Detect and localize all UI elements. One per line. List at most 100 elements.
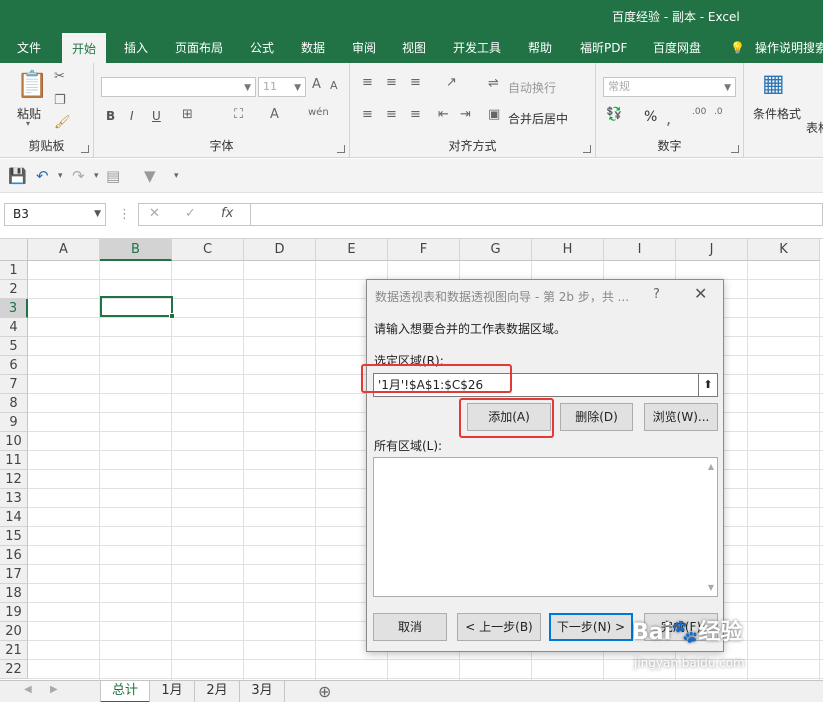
- column-header[interactable]: J: [676, 239, 748, 261]
- fill-handle[interactable]: [169, 313, 175, 319]
- row-header[interactable]: 19: [0, 603, 28, 622]
- italic-button[interactable]: I: [130, 109, 134, 123]
- column-header[interactable]: B: [100, 239, 172, 261]
- wrap-text-icon[interactable]: ⇌: [488, 76, 499, 91]
- row-header[interactable]: 18: [0, 584, 28, 603]
- row-header[interactable]: 9: [0, 413, 28, 432]
- column-header[interactable]: E: [316, 239, 388, 261]
- undo-chevron-icon[interactable]: ▾: [58, 171, 63, 181]
- row-header[interactable]: 5: [0, 337, 28, 356]
- merge-center-button[interactable]: 合并后居中: [508, 110, 568, 127]
- form-icon[interactable]: ▤: [106, 167, 120, 185]
- format-painter-icon[interactable]: 🖌: [54, 115, 71, 130]
- font-launcher-icon[interactable]: [337, 145, 345, 153]
- tab-view[interactable]: 视图: [402, 33, 426, 63]
- bold-button[interactable]: B: [106, 109, 115, 123]
- row-header[interactable]: 13: [0, 489, 28, 508]
- select-all-corner[interactable]: [0, 239, 28, 261]
- sheet-tab-total[interactable]: 总计: [100, 681, 150, 702]
- row-header[interactable]: 8: [0, 394, 28, 413]
- tab-data[interactable]: 数据: [301, 33, 325, 63]
- row-header[interactable]: 17: [0, 565, 28, 584]
- column-header[interactable]: F: [388, 239, 460, 261]
- font-color-icon[interactable]: A: [270, 107, 279, 122]
- wrap-text-button[interactable]: 自动换行: [508, 79, 556, 96]
- increase-indent-icon[interactable]: ⇥: [460, 107, 471, 122]
- number-format-combo[interactable]: 常规 ▼: [603, 77, 736, 97]
- decrease-decimal-icon[interactable]: .0: [714, 107, 723, 117]
- sheet-tab-jan[interactable]: 1月: [150, 681, 195, 702]
- sheet-tab-feb[interactable]: 2月: [195, 681, 240, 702]
- align-bottom-icon[interactable]: ≡: [410, 75, 421, 90]
- scroll-down-icon[interactable]: ▼: [708, 583, 714, 592]
- scroll-right-icon[interactable]: ▶: [50, 684, 58, 695]
- align-top-icon[interactable]: ≡: [362, 75, 373, 90]
- row-header[interactable]: 12: [0, 470, 28, 489]
- row-header[interactable]: 2: [0, 280, 28, 299]
- fill-color-icon[interactable]: ⛶: [234, 107, 243, 122]
- tab-foxit-pdf[interactable]: 福昕PDF: [580, 33, 627, 63]
- insert-function-icon[interactable]: fx: [221, 206, 233, 221]
- row-header[interactable]: 20: [0, 622, 28, 641]
- row-header[interactable]: 4: [0, 318, 28, 337]
- customize-qat-icon[interactable]: ▾: [174, 171, 179, 181]
- underline-button[interactable]: U: [152, 109, 161, 123]
- shrink-font-icon[interactable]: A: [330, 79, 338, 92]
- row-header[interactable]: 11: [0, 451, 28, 470]
- column-header[interactable]: K: [748, 239, 820, 261]
- phonetic-icon[interactable]: wén: [308, 107, 329, 118]
- paste-icon[interactable]: 📋: [16, 70, 48, 100]
- sheet-tab-mar[interactable]: 3月: [240, 681, 285, 702]
- collapse-dialog-icon[interactable]: ⬆: [698, 373, 718, 397]
- font-size-combo[interactable]: 11 ▼: [258, 77, 306, 97]
- undo-icon[interactable]: ↶: [36, 167, 49, 185]
- enter-icon[interactable]: ✓: [185, 206, 196, 221]
- number-launcher-icon[interactable]: [731, 145, 739, 153]
- help-icon[interactable]: ?: [653, 287, 660, 302]
- row-header[interactable]: 6: [0, 356, 28, 375]
- column-header[interactable]: A: [28, 239, 100, 261]
- row-header[interactable]: 16: [0, 546, 28, 565]
- tab-insert[interactable]: 插入: [124, 33, 148, 63]
- conditional-format-button[interactable]: 条件格式: [753, 105, 801, 122]
- name-box[interactable]: B3 ▼: [4, 203, 106, 226]
- add-sheet-icon[interactable]: ⊕: [318, 682, 331, 701]
- decrease-indent-icon[interactable]: ⇤: [438, 107, 449, 122]
- row-header[interactable]: 15: [0, 527, 28, 546]
- back-button[interactable]: < 上一步(B): [457, 613, 541, 641]
- tab-file[interactable]: 文件: [17, 33, 41, 63]
- all-ranges-list[interactable]: ▲ ▼: [373, 457, 718, 597]
- row-header[interactable]: 1: [0, 261, 28, 280]
- column-header[interactable]: D: [244, 239, 316, 261]
- percent-button[interactable]: %: [644, 109, 657, 125]
- tab-review[interactable]: 审阅: [352, 33, 376, 63]
- row-header[interactable]: 21: [0, 641, 28, 660]
- close-icon[interactable]: ✕: [694, 284, 707, 303]
- merge-center-icon[interactable]: ▣: [488, 107, 500, 122]
- row-header[interactable]: 14: [0, 508, 28, 527]
- align-middle-icon[interactable]: ≡: [386, 75, 397, 90]
- redo-icon[interactable]: ↷: [72, 167, 85, 185]
- tab-formulas[interactable]: 公式: [250, 33, 274, 63]
- clipboard-launcher-icon[interactable]: [81, 145, 89, 153]
- row-header[interactable]: 3: [0, 299, 28, 318]
- align-left-icon[interactable]: ≡: [362, 107, 373, 122]
- paste-chevron-icon[interactable]: ▾: [26, 119, 30, 128]
- formula-input[interactable]: [250, 203, 823, 226]
- alignment-launcher-icon[interactable]: [583, 145, 591, 153]
- column-header[interactable]: I: [604, 239, 676, 261]
- redo-chevron-icon[interactable]: ▾: [94, 171, 99, 181]
- grow-font-icon[interactable]: A: [312, 77, 321, 92]
- save-icon[interactable]: 💾: [8, 167, 27, 185]
- tab-help[interactable]: 帮助: [528, 33, 552, 63]
- currency-icon[interactable]: 💱: [606, 107, 622, 122]
- selected-cell[interactable]: [100, 296, 175, 319]
- delete-button[interactable]: 删除(D): [560, 403, 633, 431]
- align-center-icon[interactable]: ≡: [386, 107, 397, 122]
- font-name-combo[interactable]: ▼: [101, 77, 256, 97]
- tell-me-search[interactable]: 操作说明搜索: [755, 33, 823, 63]
- column-header[interactable]: H: [532, 239, 604, 261]
- tab-page-layout[interactable]: 页面布局: [175, 33, 223, 63]
- next-button[interactable]: 下一步(N) >: [549, 613, 633, 641]
- filter-icon[interactable]: ▼: [144, 167, 156, 185]
